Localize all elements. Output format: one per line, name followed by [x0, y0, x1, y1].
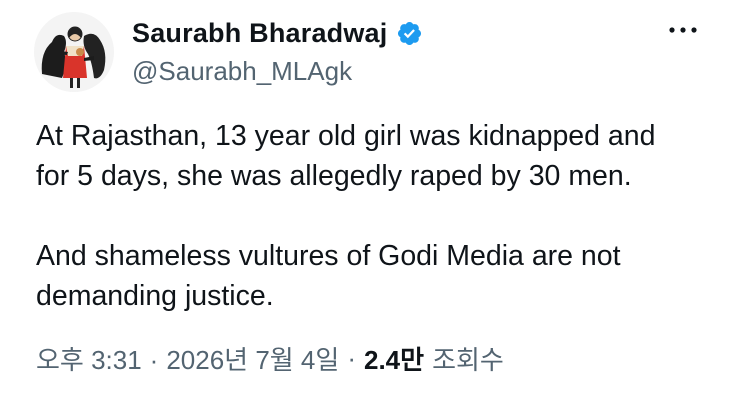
- tweet-card: Saurabh Bharadwaj @Saurabh_MLAgk At Raja…: [0, 0, 750, 410]
- tweet-line: At Rajasthan, 13 year old girl was kidna…: [36, 120, 656, 152]
- tweet-meta: 오후 3:31 · 2026년 7월 4일 · 2.4만 조회수: [36, 340, 504, 377]
- tweet-line: demanding justice.: [36, 280, 274, 312]
- views-count[interactable]: 2.4만: [364, 340, 424, 377]
- meta-separator: ·: [347, 343, 356, 373]
- tweet-line: And shameless vultures of Godi Media are…: [36, 240, 621, 272]
- author-display-name[interactable]: Saurabh Bharadwaj: [132, 18, 387, 49]
- more-horizontal-icon: [669, 27, 697, 33]
- tweet-text: At Rajasthan, 13 year old girl was kidna…: [36, 116, 726, 316]
- meta-separator: ·: [149, 345, 159, 375]
- tweet-time: 오후 3:31: [36, 345, 142, 375]
- tweet-date: 2026년 7월 4일: [166, 345, 340, 375]
- tweet-timestamp[interactable]: 오후 3:31 · 2026년 7월 4일: [36, 340, 339, 377]
- avatar-illustration: [34, 12, 114, 92]
- author-name-row: Saurabh Bharadwaj: [132, 14, 423, 52]
- author-handle[interactable]: @Saurabh_MLAgk: [132, 56, 352, 87]
- verified-badge-icon: [396, 20, 423, 47]
- author-avatar[interactable]: [34, 12, 114, 92]
- tweet-line: for 5 days, she was allegedly raped by 3…: [36, 160, 632, 192]
- tweet-paragraph: At Rajasthan, 13 year old girl was kidna…: [36, 116, 726, 196]
- more-options-button[interactable]: [662, 16, 704, 44]
- tweet-paragraph: And shameless vultures of Godi Media are…: [36, 236, 726, 316]
- views-label: 조회수: [432, 345, 504, 375]
